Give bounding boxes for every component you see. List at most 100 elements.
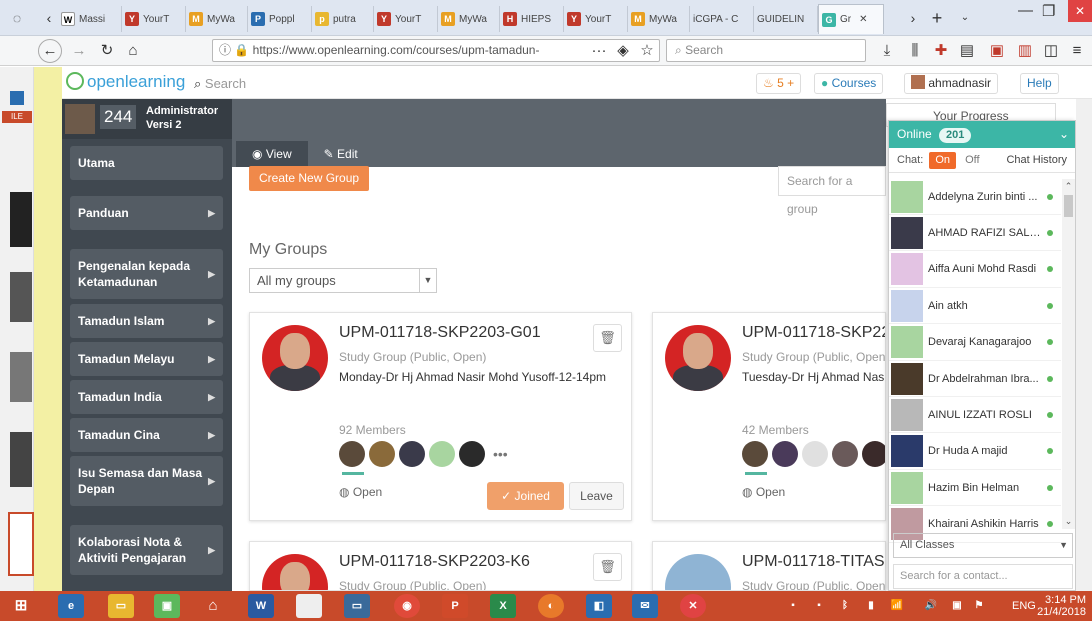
youtube-extension-icon[interactable]: ▣ <box>986 40 1008 62</box>
tab-scroll-left-icon[interactable]: ‹ <box>38 8 60 28</box>
stop-icon[interactable]: ✕ <box>680 594 706 618</box>
internet-explorer-icon[interactable]: e <box>58 594 84 618</box>
sidebar-item[interactable]: Tamadun India ▶ <box>70 380 223 414</box>
avatar[interactable] <box>459 441 485 467</box>
windows-start-icon[interactable]: ⊞ <box>8 594 34 618</box>
back-arrow-icon[interactable]: ← <box>38 39 62 63</box>
more-members-icon[interactable]: ••• <box>493 441 508 467</box>
browser-tab[interactable]: iCGPA - C <box>690 6 754 32</box>
chat-header[interactable]: Online 201 ⌄ <box>889 121 1075 148</box>
sidebar-item[interactable]: Tamadun Islam ▶ <box>70 304 223 338</box>
sidebar-toggle-icon[interactable]: ◫ <box>1040 40 1062 62</box>
browser-tab[interactable]: M MyWa <box>438 6 500 32</box>
reload-icon[interactable]: ↻ <box>96 40 118 62</box>
flag-icon[interactable]: ⚑ <box>966 594 992 618</box>
tab-scroll-right-icon[interactable]: › <box>902 8 924 28</box>
tab-edit[interactable]: ✎ Edit <box>308 141 374 167</box>
bookmark-star-icon[interactable]: ☆ <box>636 40 658 62</box>
home-icon[interactable]: ⌂ <box>122 40 144 62</box>
contact-item[interactable]: AHMAD RAFIZI SALLEH <box>889 215 1061 252</box>
chat-off-toggle[interactable]: Off <box>959 152 985 169</box>
store-icon[interactable]: ▣ <box>154 594 180 618</box>
group-avatar[interactable] <box>665 325 731 391</box>
download-icon[interactable]: ⤓ <box>876 40 898 62</box>
openlearning-logo[interactable]: openlearning <box>66 72 185 92</box>
sidebar-item[interactable]: Isu Semasa dan Masa Depan ▶ <box>70 456 223 506</box>
avatar[interactable] <box>429 441 455 467</box>
tab-list-chevron-icon[interactable]: ⌄ <box>954 8 976 28</box>
avatar[interactable] <box>862 441 885 467</box>
file-tab-icon[interactable]: ILE <box>2 111 32 123</box>
forward-arrow-icon[interactable]: → <box>68 40 90 62</box>
browser-tab[interactable]: GUIDELIN <box>754 6 818 32</box>
tray-icon[interactable]: ▪ <box>806 594 832 618</box>
contact-item[interactable]: Aiffa Auni Mohd Rasdi <box>889 252 1061 288</box>
browser-tab[interactable]: G Gr ✕ <box>818 4 884 34</box>
reader-icon[interactable]: ▤ <box>956 40 978 62</box>
contact-item[interactable]: Hazim Bin Helman <box>889 470 1061 507</box>
document-icon[interactable] <box>296 594 322 618</box>
avatar[interactable] <box>742 441 768 467</box>
group-avatar[interactable] <box>262 554 328 590</box>
sidebar-item[interactable]: Tamadun Cina ▶ <box>70 418 223 452</box>
browser-tab[interactable]: M MyWa <box>628 6 690 32</box>
sidebar-item[interactable]: Tamadun Melayu ▶ <box>70 342 223 376</box>
excel-icon[interactable]: X <box>490 594 516 618</box>
contact-item[interactable]: Devaraj Kanagarajoo <box>889 325 1061 361</box>
chrome-icon[interactable]: ◉ <box>394 594 420 618</box>
firefox-icon[interactable]: ◐ <box>538 594 564 618</box>
group-title[interactable]: UPM-011718-SKP2203-K6 <box>339 553 530 571</box>
app-icon[interactable]: ◧ <box>586 594 612 618</box>
word-icon[interactable]: W <box>248 594 274 618</box>
home-icon[interactable]: ⌂ <box>200 594 226 618</box>
classes-select[interactable]: All Classes ▼ <box>893 533 1073 558</box>
menu-hamburger-icon[interactable]: ≡ <box>1066 40 1088 62</box>
contact-item[interactable]: Addelyna Zurin binti ... <box>889 179 1061 215</box>
scroll-thumb[interactable] <box>1064 195 1073 217</box>
browser-search-input[interactable]: ⌕ Search <box>666 39 866 62</box>
notifications-button[interactable]: ♨ 5 + <box>756 73 802 94</box>
group-title[interactable]: UPM-011718-SKP2203-G01 <box>339 324 541 342</box>
avatar[interactable] <box>339 441 365 467</box>
contact-item[interactable]: Dr Abdelrahman Ibra... <box>889 361 1061 397</box>
contact-item[interactable]: Ain atkh <box>889 288 1061 325</box>
pocket-icon[interactable]: ◈ <box>612 40 634 62</box>
save-icon[interactable] <box>10 91 24 105</box>
chat-on-toggle[interactable]: On <box>929 152 957 169</box>
browser-tab[interactable]: p putra <box>312 6 374 32</box>
browser-tab[interactable]: Y YourT <box>122 6 186 32</box>
battery-icon[interactable]: ▮ <box>858 594 884 618</box>
browser-tab[interactable]: H HIEPS <box>500 6 564 32</box>
mail-icon[interactable]: ✉ <box>632 594 658 618</box>
screen-icon[interactable]: ▭ <box>344 594 370 618</box>
file-explorer-icon[interactable]: ▭ <box>108 594 134 618</box>
avatar[interactable] <box>369 441 395 467</box>
group-title[interactable]: UPM-011718-SKP2203-G02 <box>742 324 885 342</box>
group-avatar[interactable] <box>665 554 731 590</box>
help-button[interactable]: Help <box>1020 73 1059 94</box>
joined-button[interactable]: ✓ Joined <box>487 482 564 510</box>
input-language[interactable]: ENG <box>1012 600 1036 612</box>
contact-item[interactable]: Dr Huda A majid <box>889 434 1061 470</box>
browser-tab[interactable]: M MyWa <box>186 6 248 32</box>
sidebar-item[interactable]: Pengenalan kepada Ketamadunan ▶ <box>70 249 223 299</box>
volume-icon[interactable]: 🔊 <box>918 594 944 618</box>
contact-item[interactable]: AINUL IZZATI ROSLI <box>889 397 1061 434</box>
courses-button[interactable]: ● Courses <box>814 73 884 94</box>
minimize-icon[interactable]: — <box>1018 2 1033 19</box>
library-icon[interactable]: ⫼ <box>904 40 926 62</box>
site-search-input[interactable]: ⌕ Search <box>194 76 246 92</box>
browser-tab[interactable]: Y YourT <box>564 6 628 32</box>
sidebar-item[interactable]: Utama <box>70 146 223 180</box>
maximize-icon[interactable]: ❐ <box>1042 2 1055 20</box>
page-scrollbar[interactable] <box>1076 99 1092 591</box>
network-icon[interactable]: 📶 <box>884 594 910 618</box>
leave-button[interactable]: Leave <box>569 482 624 510</box>
new-tab-icon[interactable]: + <box>926 8 948 28</box>
group-avatar[interactable] <box>262 325 328 391</box>
sidebar-item[interactable]: Kolaborasi Nota & Aktiviti Pengajaran ▶ <box>70 525 223 575</box>
info-icon[interactable]: ⓘ <box>219 43 231 57</box>
browser-tab[interactable]: P Poppl <box>248 6 312 32</box>
avatar[interactable] <box>802 441 828 467</box>
contact-search-input[interactable]: Search for a contact... <box>893 564 1073 589</box>
